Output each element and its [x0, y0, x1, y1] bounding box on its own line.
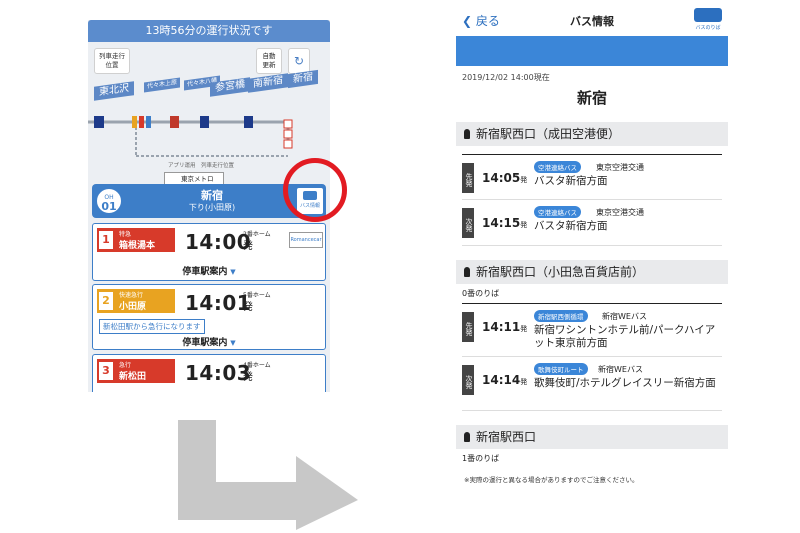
bus-stop-section-header: 新宿駅西口	[456, 425, 728, 449]
route-badge: 新宿駅西側循環	[534, 310, 588, 322]
bus-time-suffix: 発	[520, 221, 528, 229]
bus-destination: 新宿ワシントンホテル前/パークハイアット東京前方面	[534, 324, 716, 349]
departure-time: 14:03	[185, 361, 252, 385]
stops-guide-label: 停車駅案内	[182, 338, 228, 348]
bus-stop-button[interactable]: バスのりば	[690, 8, 726, 36]
location-pin-icon	[464, 432, 470, 442]
location-pin-icon	[464, 267, 470, 277]
stops-guide-link[interactable]: 停車駅案内 ▼	[93, 335, 325, 348]
bus-time-wrap: 14:15発	[482, 216, 527, 230]
highlight-circle	[283, 158, 347, 222]
train-destination: 新松田	[119, 372, 147, 382]
train-destination: 箱根湯本	[119, 241, 156, 251]
train-position-button[interactable]: 列車走行 位置	[94, 48, 130, 74]
bus-info-screen: ❮ 戻る バス情報 バスのりば 2019/12/02 14:00現在 新宿 新宿…	[456, 6, 728, 526]
departure-time: 14:00	[185, 230, 252, 254]
bus-operator: 東京空港交通	[596, 163, 644, 172]
bus-operator: 東京空港交通	[596, 208, 644, 217]
bus-stop-number: 0番のりば	[462, 289, 500, 298]
bus-time: 14:14	[482, 373, 521, 387]
route-badge: 空港連絡バス	[534, 206, 581, 218]
section-title: 新宿駅西口（成田空港便）	[476, 127, 621, 141]
bus-time-suffix: 発	[520, 176, 528, 184]
bus-operator: 新宿WEバス	[598, 365, 643, 374]
train-card[interactable]: 2 快速急行 小田原 14:01 5番ホーム 発 新松田駅から急行になります 停…	[92, 284, 326, 350]
train-type-tag: 1 特急 箱根湯本	[97, 228, 175, 252]
train-card[interactable]: 1 特急 箱根湯本 14:00 2番ホーム 発 Romancecar 停車駅案内…	[92, 223, 326, 281]
section-title: 新宿駅西口（小田急百貨店前）	[476, 265, 645, 279]
route-badge: 空港連絡バス	[534, 161, 581, 173]
train-kind: 特急	[119, 231, 132, 238]
direction-label: 下り(小田原)	[188, 203, 236, 212]
bus-row[interactable]: 先発 14:11発 新宿駅西側循環 新宿WEバス 新宿ワシントンホテル前/パーク…	[462, 303, 722, 357]
banner	[456, 36, 728, 66]
romancecar-badge: Romancecar	[289, 232, 323, 248]
order-badge: 次発	[462, 365, 474, 395]
departure-suffix: 発	[243, 372, 253, 383]
bus-time-suffix: 発	[520, 325, 528, 333]
bus-row[interactable]: 次発 14:15発 空港連絡バス 東京空港交通 バスタ新宿方面	[462, 200, 722, 246]
bus-icon	[694, 8, 722, 22]
chevron-down-icon: ▼	[230, 268, 236, 276]
train-order: 1	[99, 231, 113, 249]
train-card[interactable]: 3 急行 新松田 14:03 4番ホーム 発	[92, 354, 326, 392]
bus-stop-label: バスのりば	[695, 25, 721, 31]
auto-update-button[interactable]: 自動 更新	[256, 48, 282, 74]
station-name: 新宿	[201, 189, 223, 202]
location-pin-icon	[464, 129, 470, 139]
bus-stop-section-header: 新宿駅西口（小田急百貨店前）	[456, 260, 728, 284]
train-kind: 快速急行	[119, 292, 144, 299]
bus-destination: バスタ新宿方面	[534, 175, 608, 187]
section-title: 新宿駅西口	[476, 430, 537, 444]
train-destination: 小田原	[119, 302, 147, 312]
train-order: 2	[99, 292, 113, 310]
route-badge: 歌舞伎町ルート	[534, 363, 588, 375]
bus-time: 14:11	[482, 320, 521, 334]
order-badge: 先発	[462, 312, 474, 342]
bus-destination: バスタ新宿方面	[534, 220, 608, 232]
bus-time-suffix: 発	[520, 378, 528, 386]
train-order: 3	[99, 362, 113, 380]
bus-row[interactable]: 先発 14:05発 空港連絡バス 東京空港交通 バスタ新宿方面	[462, 154, 722, 200]
bus-operator: 新宿WEバス	[602, 312, 647, 321]
departure-time: 14:01	[185, 291, 252, 315]
bus-stop-section-header: 新宿駅西口（成田空港便）	[456, 122, 728, 146]
chevron-down-icon: ▼	[230, 339, 236, 347]
flow-arrow-icon	[178, 420, 358, 530]
train-type-tag: 3 急行 新松田	[97, 359, 175, 383]
order-badge: 次発	[462, 208, 474, 238]
bus-destination: 歌舞伎町/ホテルグレイスリー新宿方面	[534, 377, 716, 389]
station-number-badge: OH 01	[95, 187, 123, 215]
bus-time-wrap: 14:14発	[482, 373, 527, 387]
bus-time: 14:15	[482, 216, 521, 230]
departure-suffix: 発	[243, 302, 253, 313]
train-type-tag: 2 快速急行 小田原	[97, 289, 175, 313]
nav-bar: ❮ 戻る バス情報 バスのりば	[456, 6, 728, 36]
stops-guide-label: 停車駅案内	[182, 267, 228, 277]
bus-time: 14:05	[482, 171, 521, 185]
train-kind: 急行	[119, 362, 132, 369]
bus-row[interactable]: 次発 14:14発 歌舞伎町ルート 新宿WEバス 歌舞伎町/ホテルグレイスリー新…	[462, 357, 722, 411]
order-badge: 先発	[462, 163, 474, 193]
service-note: 新松田駅から急行になります	[99, 319, 205, 334]
page-title: バス情報	[570, 15, 614, 28]
bus-stop-number: 1番のりば	[462, 454, 500, 463]
departure-suffix: 発	[243, 241, 253, 252]
status-bar: 13時56分の運行状況です	[88, 20, 330, 42]
app-note: アプリ運用 列車走行位置	[168, 163, 235, 169]
bus-time-wrap: 14:05発	[482, 171, 527, 185]
station-title: 新宿	[576, 89, 607, 107]
badge-number: 01	[101, 200, 117, 213]
stops-guide-link[interactable]: 停車駅案内 ▼	[93, 264, 325, 277]
refresh-icon[interactable]: ↻	[288, 48, 310, 74]
bus-time-wrap: 14:11発	[482, 320, 527, 334]
disclaimer-note: ※実際の運行と異なる場合がありますのでご注意ください。	[464, 476, 639, 484]
timestamp: 2019/12/02 14:00現在	[462, 73, 550, 82]
